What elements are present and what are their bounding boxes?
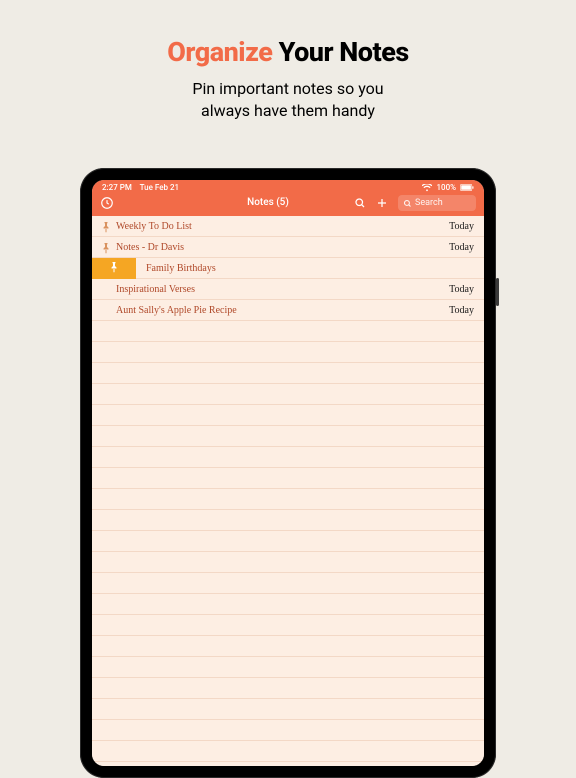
page-title: Organize Your Notes [0,36,576,68]
tablet-screen: 2:27 PM Tue Feb 21 100% [92,180,484,766]
pin-indicator-icon [100,221,112,233]
nav-bar: Notes (5) Search [92,194,484,216]
wifi-icon [422,184,432,192]
battery-icon [460,184,474,191]
status-time: 2:27 PM [102,183,132,192]
note-title: Inspirational Verses [116,284,449,295]
pin-icon [108,261,120,276]
nav-title: Notes (5) [247,197,289,208]
title-rest: Your Notes [279,36,409,68]
tablet-frame: 2:27 PM Tue Feb 21 100% [80,168,496,778]
clock-icon[interactable] [100,196,114,210]
note-date: Today [449,221,474,232]
top-bar: 2:27 PM Tue Feb 21 100% [92,180,484,216]
note-date: Today [449,305,474,316]
battery-label: 100% [436,183,456,192]
page-subtitle: Pin important notes so you always have t… [0,78,576,121]
search-placeholder: Search [415,198,443,208]
title-accent: Organize [167,36,272,68]
note-title: Weekly To Do List [116,221,449,232]
status-date: Tue Feb 21 [140,183,179,192]
note-row[interactable]: Family Birthdays [92,258,484,279]
status-left: 2:27 PM Tue Feb 21 [102,183,179,192]
pin-action-button[interactable] [92,258,136,279]
note-title: Notes - Dr Davis [116,242,449,253]
pin-indicator-icon [100,242,112,254]
status-right: 100% [422,183,474,192]
note-row[interactable]: Notes - Dr DavisToday [92,237,484,258]
note-date: Today [449,242,474,253]
note-row[interactable]: Inspirational VersesToday [92,279,484,300]
add-icon[interactable] [376,197,388,209]
notes-list[interactable]: Weekly To Do ListTodayNotes - Dr DavisTo… [92,216,484,766]
note-row[interactable]: Weekly To Do ListToday [92,216,484,237]
status-bar: 2:27 PM Tue Feb 21 100% [92,180,484,194]
note-title: Family Birthdays [146,263,474,274]
search-input[interactable]: Search [398,195,476,211]
note-title: Aunt Sally's Apple Pie Recipe [116,305,449,316]
search-icon[interactable] [354,197,366,209]
note-date: Today [449,284,474,295]
note-row[interactable]: Aunt Sally's Apple Pie RecipeToday [92,300,484,321]
search-field-icon [403,193,412,212]
